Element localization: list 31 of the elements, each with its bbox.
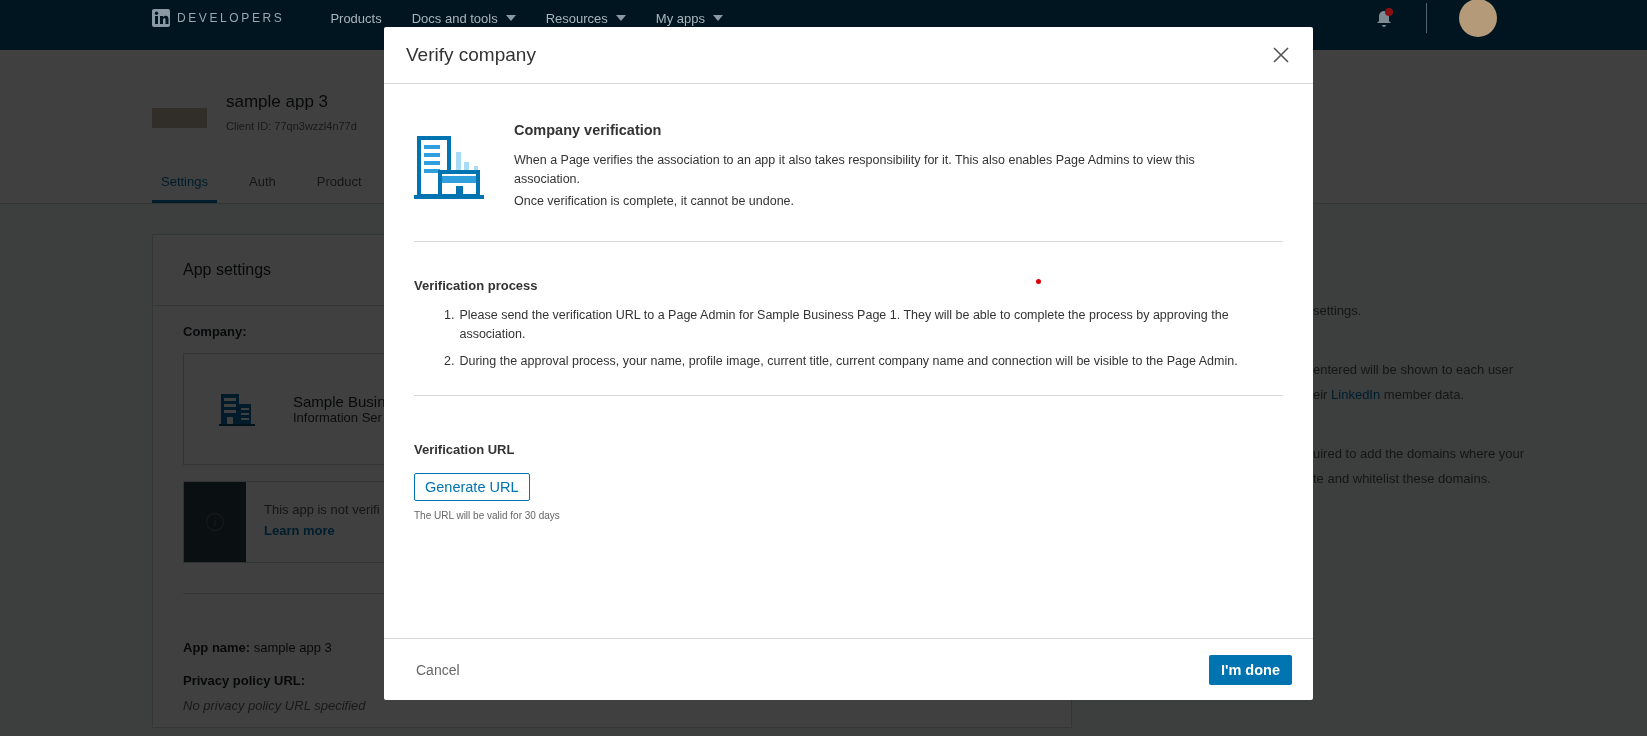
close-icon [1273, 47, 1289, 63]
dialog-title: Verify company [406, 44, 536, 66]
section-title: Verification URL [414, 442, 515, 457]
card-title: App settings [183, 261, 273, 279]
cancel-button[interactable]: Cancel [416, 661, 460, 678]
step-text: Please send the verification URL to a Page Admin for Sample Business Page 1. They will be able to complete the process by approving the association. [459, 307, 1230, 343]
generate-url-button[interactable]: Generate URL [414, 473, 530, 501]
done-button[interactable]: I'm done [1208, 654, 1292, 685]
nav-menu-item[interactable]: My apps [655, 10, 723, 26]
app-name-field: App name: sample app 3 [183, 640, 332, 655]
field-label: Company: [183, 324, 247, 339]
close-button[interactable] [1273, 47, 1289, 63]
hint-text: The URL will be valid for 30 days [414, 510, 561, 521]
nav-menu-item[interactable]: Products [330, 10, 382, 26]
step-number: 2. [444, 353, 455, 370]
description-text: When a Page verifies the association to an app it also takes responsibility for it. This also enables Page Admins to view this association. [514, 152, 1196, 188]
avatar[interactable] [1459, 0, 1497, 37]
step-text: During the approval process, your name, profile image, current title, current company name and connection will be visible to the Page Admin. [459, 353, 1238, 370]
section-title: Verification process [414, 278, 538, 293]
logo-icon [152, 9, 170, 27]
company-name: Sample Busin [293, 393, 386, 410]
section-title: Company verification [514, 122, 662, 138]
building-icon [414, 136, 484, 200]
nav-menu-item[interactable]: Docs and tools [411, 10, 516, 26]
marker-dot [1036, 279, 1041, 284]
field-label: Privacy policy URL: [183, 673, 306, 688]
step-number: 1. [444, 307, 455, 324]
app-name: sample app 3 [226, 92, 330, 112]
brand-name[interactable]: DEVELOPERS [177, 11, 285, 25]
nav-menu-item[interactable]: Resources [545, 10, 626, 26]
description-text: Once verification is complete, it cannot be undone. [514, 193, 796, 210]
